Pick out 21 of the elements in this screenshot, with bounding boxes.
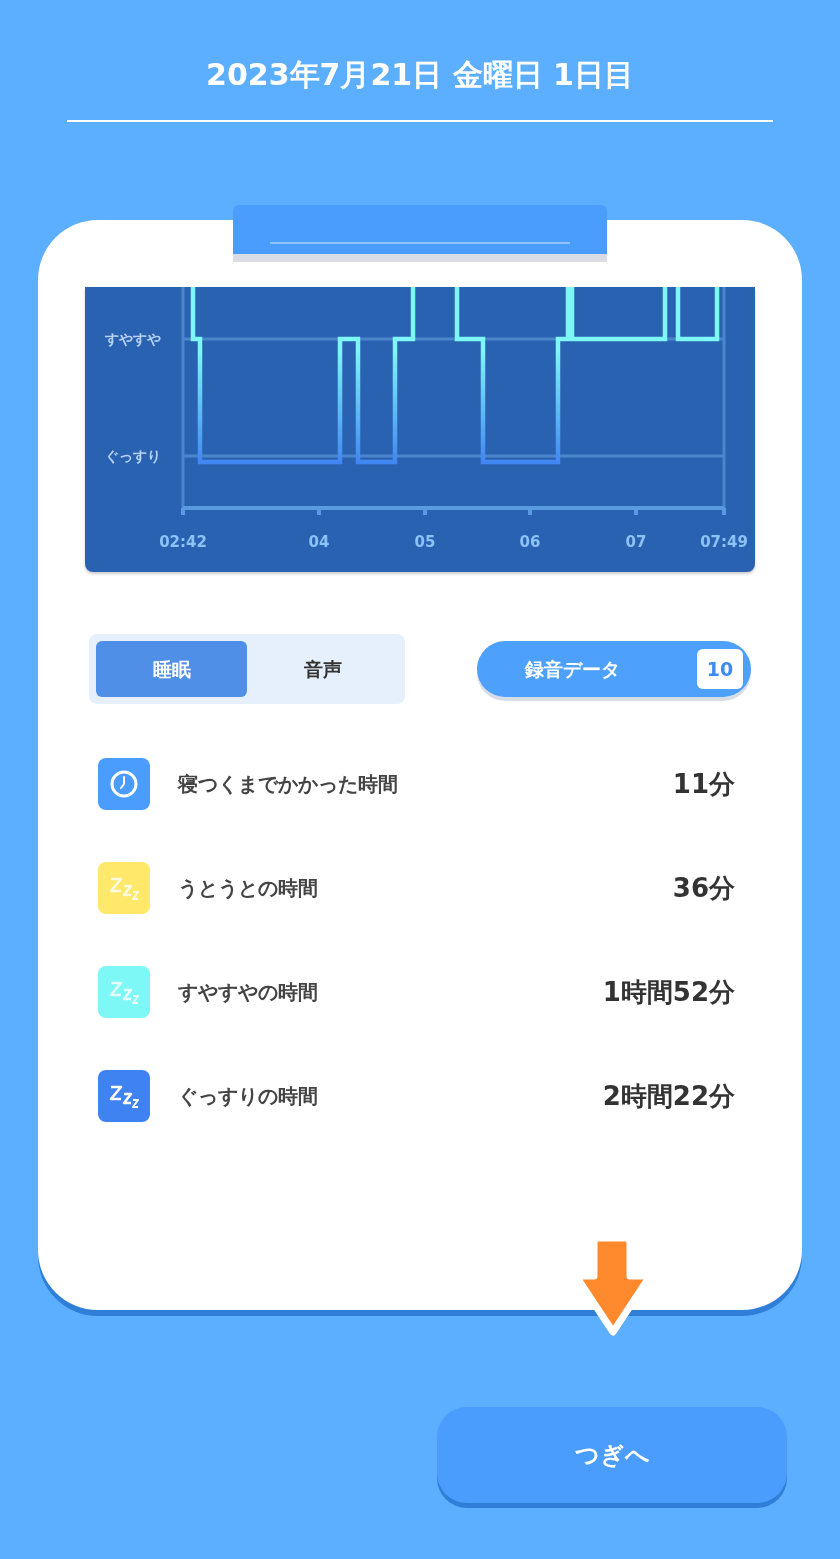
tab[interactable]: 睡眠 bbox=[96, 641, 247, 697]
stat-value: 11分 bbox=[672, 767, 735, 801]
count-badge: 10 bbox=[697, 649, 743, 689]
x-axis-label: 02:42 bbox=[159, 533, 207, 551]
stat-label: ぐっすりの時間 bbox=[178, 1083, 318, 1110]
stat-label: すやすやの時間 bbox=[178, 979, 318, 1006]
y-axis-label: すやすや bbox=[105, 331, 161, 347]
tab[interactable]: 音声 bbox=[247, 641, 398, 697]
stat-label: 寝つくまでかかった時間 bbox=[178, 771, 398, 798]
stat-value: 36分 bbox=[672, 871, 735, 905]
x-axis-label: 07:49 bbox=[700, 533, 748, 551]
stat-label: うとうとの時間 bbox=[178, 875, 318, 902]
y-axis-label: ぐっすり bbox=[105, 448, 161, 464]
stat-value: 2時間22分 bbox=[602, 1079, 735, 1113]
x-axis-label: 07 bbox=[625, 533, 647, 551]
x-axis-label: 04 bbox=[308, 533, 330, 551]
x-axis-label: 06 bbox=[519, 533, 541, 551]
recordings-label: 録音データ bbox=[525, 656, 620, 682]
x-axis-label: 05 bbox=[414, 533, 436, 551]
stat-value: 1時間52分 bbox=[602, 975, 735, 1009]
date-title: 2023年7月21日 金曜日 1日目 bbox=[205, 56, 635, 94]
